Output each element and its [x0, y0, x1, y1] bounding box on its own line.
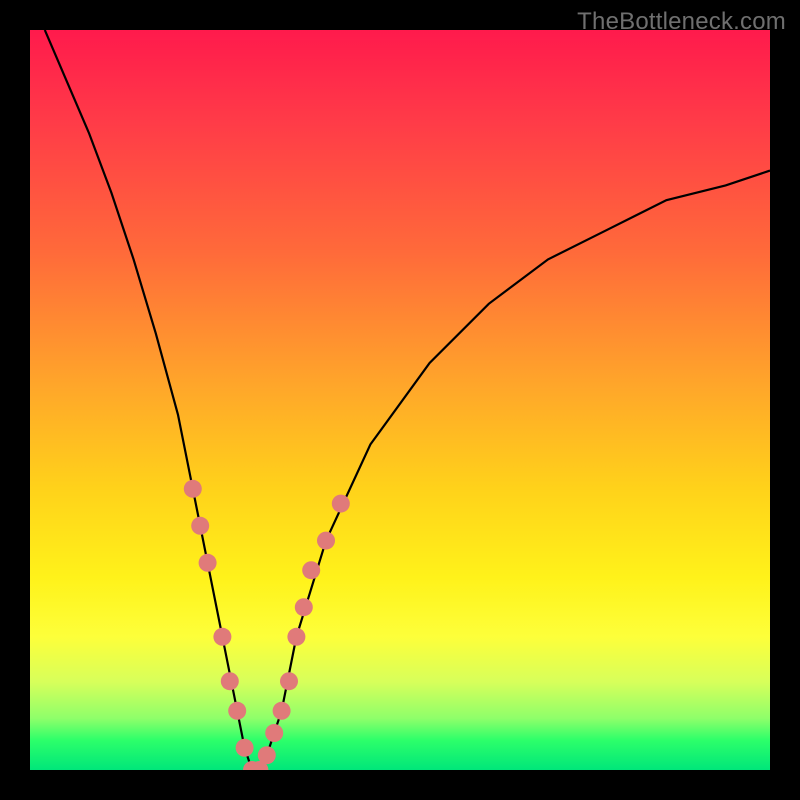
data-marker	[258, 746, 276, 764]
data-marker	[236, 739, 254, 757]
data-marker	[332, 495, 350, 513]
data-marker	[295, 598, 313, 616]
data-marker	[213, 628, 231, 646]
data-marker	[199, 554, 217, 572]
data-marker	[191, 517, 209, 535]
data-marker	[184, 480, 202, 498]
data-marker	[317, 532, 335, 550]
bottleneck-curve	[45, 30, 770, 770]
data-marker	[302, 561, 320, 579]
plot-area	[30, 30, 770, 770]
markers-group	[184, 480, 350, 770]
data-marker	[280, 672, 298, 690]
data-marker	[228, 702, 246, 720]
chart-container: TheBottleneck.com	[0, 0, 800, 800]
data-marker	[265, 724, 283, 742]
watermark-text: TheBottleneck.com	[577, 8, 786, 36]
chart-svg	[30, 30, 770, 770]
data-marker	[221, 672, 239, 690]
data-marker	[287, 628, 305, 646]
data-marker	[273, 702, 291, 720]
